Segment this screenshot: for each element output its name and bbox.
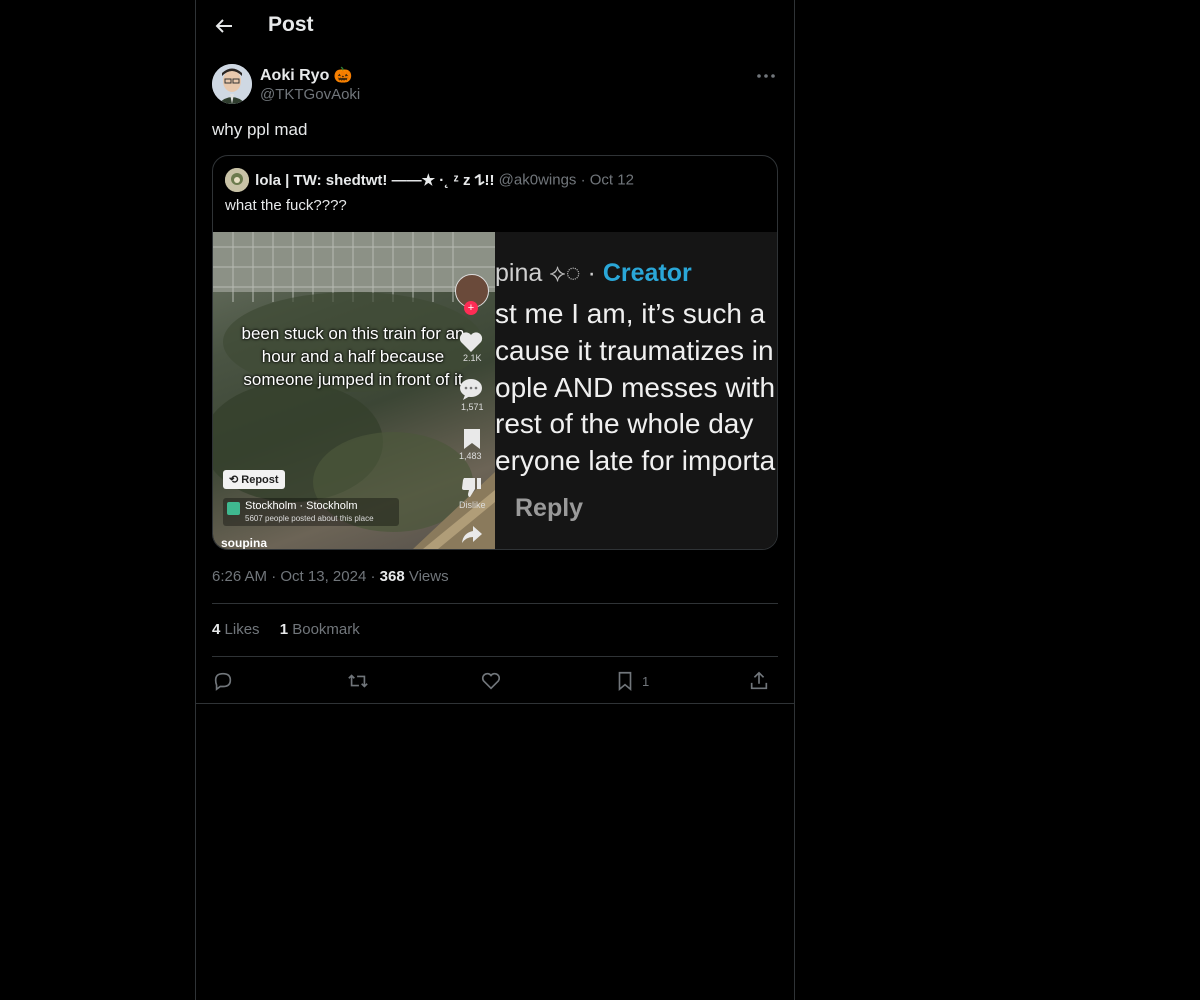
bookmarks-stat[interactable]: 1 Bookmark	[280, 621, 360, 638]
quoted-author-name[interactable]: lola | TW: shedtwt! ——★ ·˛ ᶻ z 𐰁!!	[255, 172, 494, 189]
page-title: Post	[268, 13, 314, 36]
post-bottom-border	[196, 703, 794, 704]
comment-line-5: eryone late for importa	[495, 445, 776, 476]
comment-line-2: cause it traumatizes in	[495, 335, 774, 366]
video-creator-name: soupina	[221, 536, 268, 549]
dislike-icon-video	[462, 478, 481, 497]
quoted-author-handle[interactable]: @ak0wings	[499, 172, 577, 189]
video-like-count: 2.1K	[463, 353, 482, 363]
quoted-date[interactable]: Oct 12	[590, 172, 634, 189]
comment-icon-video	[460, 379, 482, 400]
post-header: Post	[196, 0, 794, 54]
main-column: Post Aoki Ryo 🎃 @TKTGovAoki why ppl mad	[195, 0, 795, 1000]
comment-author-emoji: ⟡◌	[549, 259, 588, 287]
like-button[interactable]	[480, 668, 502, 694]
more-options-icon[interactable]	[754, 64, 778, 88]
comment-reply-label: Reply	[515, 494, 584, 522]
avatar-illustration	[212, 64, 252, 104]
quoted-separator: ·	[580, 171, 586, 189]
video-dislike-label: Dislike	[459, 500, 486, 510]
bookmarks-count: 1	[279, 621, 289, 638]
bookmark-button[interactable]: 1	[614, 668, 649, 694]
follow-plus-icon: +	[464, 301, 478, 315]
share-arrow-icon-video	[462, 526, 482, 543]
bookmark-icon	[618, 671, 632, 692]
engagement-stats: 4 Likes 1 Bookmark	[212, 621, 360, 638]
meta-separator-1: ·	[271, 568, 277, 585]
video-save-count: 1,483	[459, 451, 482, 461]
repost-chip: ⟲ Repost	[223, 470, 285, 489]
author-emoji: 🎃	[333, 67, 353, 84]
quoted-text: what the fuck????	[225, 197, 347, 214]
comment-author-sep: ·	[587, 259, 596, 287]
divider-top	[212, 603, 778, 604]
action-bar: 1	[212, 668, 778, 694]
likes-count: 4	[212, 621, 221, 638]
comment-author-name: pina	[495, 259, 543, 287]
location-pin-icon	[227, 502, 240, 515]
comment-line-3: ople AND messes with	[495, 372, 776, 403]
views-label: Views	[408, 568, 449, 585]
post-date[interactable]: Oct 13, 2024	[280, 568, 366, 585]
views-count: 368	[379, 568, 405, 585]
back-arrow-icon[interactable]	[212, 14, 236, 38]
post-meta: 6:26 AM · Oct 13, 2024 · 368 Views	[212, 568, 449, 585]
post-text: why ppl mad	[212, 120, 308, 139]
quoted-post[interactable]: lola | TW: shedtwt! ——★ ·˛ ᶻ z 𐰁!! @ak0w…	[212, 155, 778, 550]
quoted-avatar-illustration	[225, 168, 249, 192]
repost-icon	[348, 674, 368, 688]
creator-label: Creator	[602, 259, 692, 287]
post-author: Aoki Ryo 🎃 @TKTGovAoki	[212, 64, 778, 108]
likes-label: Likes	[224, 621, 260, 638]
comment-screenshot-right: pina ⟡◌ · Creator st me I am, it’s such …	[495, 232, 777, 549]
location-tag: Stockholm · Stockholm 5607 people posted…	[223, 498, 399, 526]
bookmark-icon-video	[464, 429, 480, 449]
heart-icon-video	[459, 332, 483, 352]
quoted-author-avatar[interactable]	[225, 168, 249, 192]
reply-icon	[214, 672, 232, 691]
repost-button[interactable]	[346, 668, 370, 694]
author-name: Aoki Ryo	[260, 67, 330, 84]
share-button[interactable]	[748, 668, 770, 694]
repost-chip-label: Repost	[241, 474, 279, 486]
author-name-row[interactable]: Aoki Ryo 🎃	[260, 66, 352, 85]
author-handle[interactable]: @TKTGovAoki	[260, 86, 360, 103]
video-comment-count: 1,571	[461, 402, 484, 412]
author-avatar[interactable]	[212, 64, 252, 104]
comment-line-1: st me I am, it’s such a	[495, 298, 766, 329]
comment-line-4: rest of the whole day	[495, 408, 754, 439]
bookmarks-label: Bookmark	[292, 621, 360, 638]
divider-bottom	[212, 656, 778, 657]
comment-author-row: pina ⟡◌ · Creator	[495, 259, 692, 288]
reply-button[interactable]	[212, 668, 234, 694]
heart-icon	[481, 672, 501, 690]
video-caption: been stuck on this train for an hour and…	[241, 324, 465, 389]
location-title: Stockholm · Stockholm	[245, 500, 358, 512]
quoted-post-header: lola | TW: shedtwt! ——★ ·˛ ᶻ z 𐰁!! @ak0w…	[225, 168, 765, 192]
likes-stat[interactable]: 4 Likes	[212, 621, 260, 638]
video-screenshot-left: been stuck on this train for an hour and…	[213, 232, 495, 549]
bookmark-count: 1	[642, 673, 650, 689]
location-subtitle: 5607 people posted about this place	[245, 514, 374, 523]
share-icon	[750, 671, 768, 690]
quoted-media[interactable]: been stuck on this train for an hour and…	[213, 232, 777, 549]
meta-separator-2: ·	[370, 568, 376, 585]
post-time[interactable]: 6:26 AM	[212, 568, 267, 585]
